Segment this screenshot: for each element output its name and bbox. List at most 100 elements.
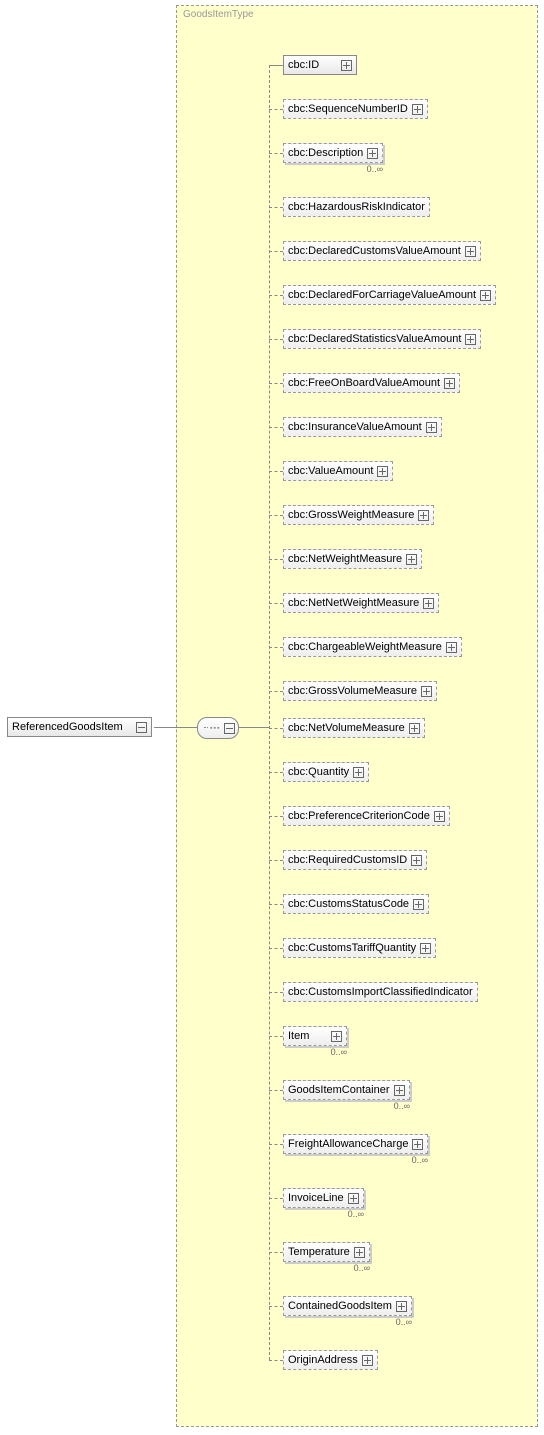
child-connector: [269, 153, 283, 154]
schema-element[interactable]: cbc:HazardousRiskIndicator: [283, 197, 430, 217]
plus-icon[interactable]: [348, 1193, 359, 1204]
element-label: GoodsItemContainer: [288, 1084, 390, 1096]
plus-icon[interactable]: [412, 104, 423, 115]
schema-element[interactable]: cbc:DeclaredStatisticsValueAmount: [283, 329, 481, 349]
minus-icon[interactable]: [224, 723, 235, 734]
child-connector: [269, 691, 283, 692]
element-label: InvoiceLine: [288, 1192, 344, 1204]
plus-icon[interactable]: [426, 422, 437, 433]
element-label: cbc:NetNetWeightMeasure: [288, 597, 419, 609]
child-connector: [269, 65, 283, 66]
schema-element[interactable]: FreightAllowanceCharge0..∞: [283, 1134, 428, 1165]
element-label: cbc:Quantity: [288, 766, 349, 778]
schema-element[interactable]: OriginAddress: [283, 1350, 378, 1370]
plus-icon[interactable]: [412, 1139, 423, 1150]
schema-element[interactable]: InvoiceLine0..∞: [283, 1188, 364, 1219]
element-label: cbc:InsuranceValueAmount: [288, 421, 422, 433]
element-label: cbc:FreeOnBoardValueAmount: [288, 377, 440, 389]
plus-icon[interactable]: [331, 1031, 342, 1042]
sequence-dots-icon: ▪▪▪: [210, 725, 220, 732]
plus-icon[interactable]: [423, 598, 434, 609]
element-label: cbc:DeclaredForCarriageValueAmount: [288, 289, 476, 301]
connector-line: [269, 65, 270, 1360]
element-label: cbc:NetWeightMeasure: [288, 553, 402, 565]
child-connector: [269, 471, 283, 472]
child-connector: [269, 515, 283, 516]
schema-element[interactable]: ContainedGoodsItem0..∞: [283, 1296, 412, 1327]
plus-icon[interactable]: [465, 246, 476, 257]
child-connector: [269, 948, 283, 949]
element-label: cbc:CustomsStatusCode: [288, 898, 409, 910]
plus-icon[interactable]: [394, 1085, 405, 1096]
child-connector: [269, 1360, 283, 1361]
schema-element[interactable]: cbc:GrossVolumeMeasure: [283, 681, 437, 701]
schema-element[interactable]: cbc:ValueAmount: [283, 461, 393, 481]
plus-icon[interactable]: [367, 148, 378, 159]
child-connector: [269, 728, 283, 729]
cardinality-label: 0..∞: [283, 1101, 410, 1111]
schema-element[interactable]: cbc:FreeOnBoardValueAmount: [283, 373, 460, 393]
minus-icon[interactable]: [136, 722, 147, 733]
schema-element[interactable]: cbc:CustomsStatusCode: [283, 894, 429, 914]
element-label: cbc:ID: [288, 59, 319, 71]
plus-icon[interactable]: [418, 510, 429, 521]
schema-element[interactable]: GoodsItemContainer 0..∞: [283, 1080, 410, 1111]
element-label: cbc:RequiredCustomsID: [288, 854, 407, 866]
plus-icon[interactable]: [434, 811, 445, 822]
child-connector: [269, 1144, 283, 1145]
child-connector: [269, 559, 283, 560]
element-label: cbc:ValueAmount: [288, 465, 373, 477]
schema-element[interactable]: cbc:CustomsImportClassifiedIndicator: [283, 982, 478, 1002]
schema-element[interactable]: cbc:NetWeightMeasure: [283, 549, 422, 569]
connector-line: [154, 727, 197, 728]
plus-icon[interactable]: [421, 686, 432, 697]
schema-element[interactable]: cbc:NetNetWeightMeasure: [283, 593, 439, 613]
plus-icon[interactable]: [465, 334, 476, 345]
plus-icon[interactable]: [341, 60, 352, 71]
root-element[interactable]: ReferencedGoodsItem: [7, 717, 152, 737]
schema-element[interactable]: cbc:Quantity: [283, 762, 369, 782]
schema-element[interactable]: cbc:NetVolumeMeasure: [283, 718, 425, 738]
schema-element[interactable]: cbc:ID: [283, 55, 357, 75]
child-connector: [269, 816, 283, 817]
schema-element[interactable]: cbc:DeclaredCustomsValueAmount: [283, 241, 481, 261]
schema-element[interactable]: cbc:DeclaredForCarriageValueAmount: [283, 285, 496, 305]
plus-icon[interactable]: [353, 767, 364, 778]
plus-icon[interactable]: [480, 290, 491, 301]
plus-icon[interactable]: [446, 642, 457, 653]
schema-element[interactable]: Temperature0..∞: [283, 1242, 370, 1273]
child-connector: [269, 1090, 283, 1091]
schema-element[interactable]: cbc:CustomsTariffQuantity: [283, 938, 436, 958]
schema-element[interactable]: cbc:SequenceNumberID: [283, 99, 428, 119]
cardinality-label: 0..∞: [283, 164, 383, 174]
plus-icon[interactable]: [411, 855, 422, 866]
cardinality-label: 0..∞: [283, 1263, 370, 1273]
plus-icon[interactable]: [409, 723, 420, 734]
plus-icon[interactable]: [396, 1301, 407, 1312]
schema-element[interactable]: cbc:GrossWeightMeasure: [283, 505, 434, 525]
sequence-indicator[interactable]: ▪▪▪: [197, 717, 239, 739]
element-label: cbc:DeclaredStatisticsValueAmount: [288, 333, 461, 345]
element-label: cbc:NetVolumeMeasure: [288, 722, 405, 734]
plus-icon[interactable]: [420, 943, 431, 954]
schema-element[interactable]: cbc:ChargeableWeightMeasure: [283, 637, 462, 657]
schema-element[interactable]: cbc:InsuranceValueAmount: [283, 417, 442, 437]
plus-icon[interactable]: [413, 899, 424, 910]
plus-icon[interactable]: [377, 466, 388, 477]
type-label: GoodsItemType: [183, 9, 254, 20]
schema-element[interactable]: cbc:RequiredCustomsID: [283, 850, 427, 870]
schema-element[interactable]: Item0..∞: [283, 1026, 347, 1057]
plus-icon[interactable]: [406, 554, 417, 565]
schema-element[interactable]: cbc:Description0..∞: [283, 143, 383, 174]
child-connector: [269, 295, 283, 296]
element-label: cbc:DeclaredCustomsValueAmount: [288, 245, 461, 257]
plus-icon[interactable]: [444, 378, 455, 389]
child-connector: [269, 1036, 283, 1037]
plus-icon[interactable]: [354, 1247, 365, 1258]
child-connector: [269, 860, 283, 861]
schema-element[interactable]: cbc:PreferenceCriterionCode: [283, 806, 450, 826]
child-connector: [269, 1306, 283, 1307]
child-connector: [269, 603, 283, 604]
child-connector: [269, 904, 283, 905]
plus-icon[interactable]: [362, 1355, 373, 1366]
